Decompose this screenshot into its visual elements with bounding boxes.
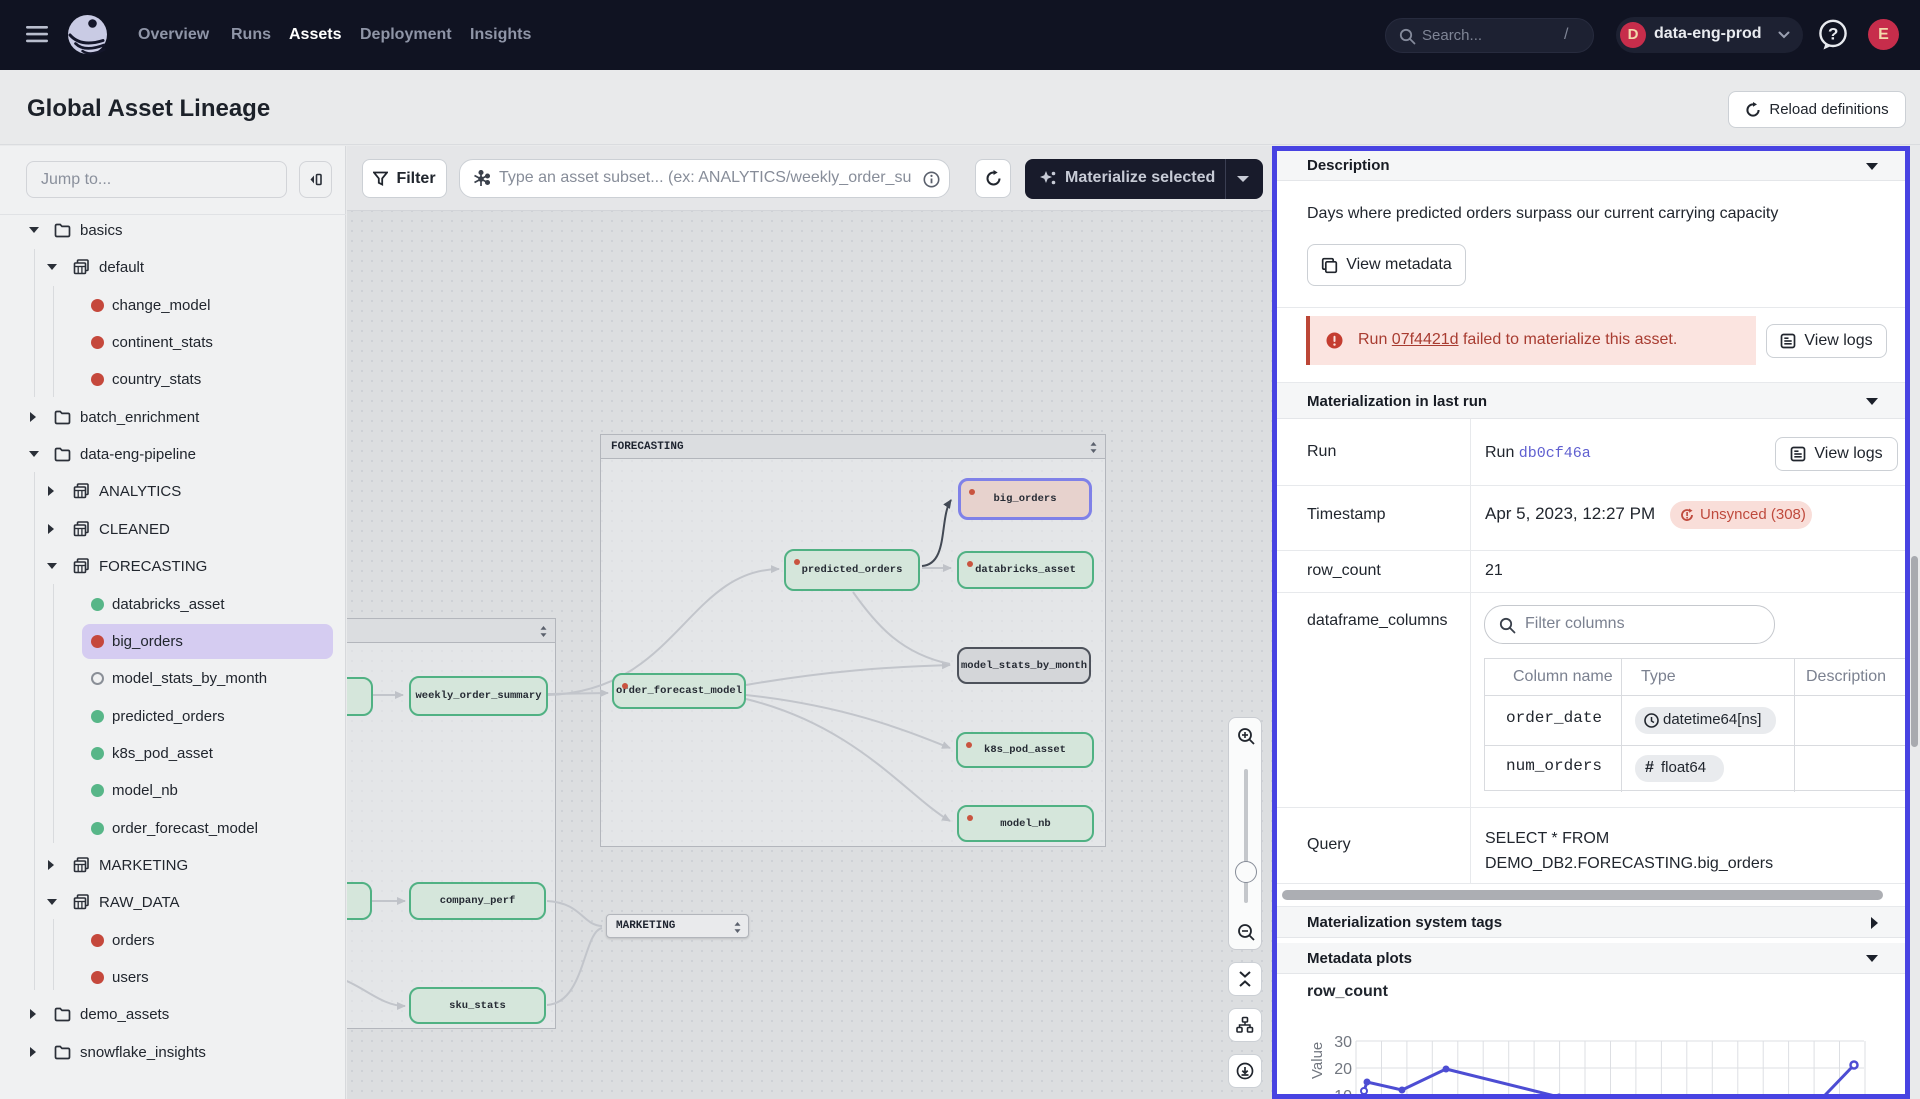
svg-text:20: 20 (1334, 1061, 1352, 1078)
svg-text:Value: Value (1309, 1042, 1326, 1079)
svg-text:30: 30 (1334, 1034, 1352, 1051)
svg-text:?: ? (1828, 25, 1838, 44)
svg-text:10: 10 (1334, 1088, 1352, 1096)
